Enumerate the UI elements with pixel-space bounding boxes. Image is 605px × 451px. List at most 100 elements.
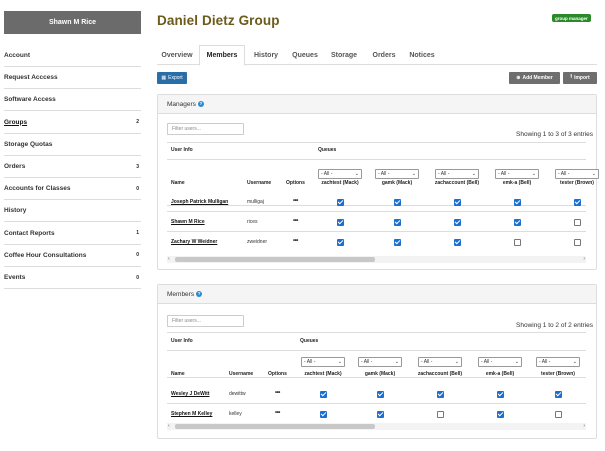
queue-checkbox[interactable] — [573, 198, 581, 206]
filter-users-input[interactable]: Filter users... — [167, 315, 244, 327]
queue-checkbox[interactable] — [393, 218, 401, 226]
panel-title: Members — [167, 290, 195, 298]
member-name-link[interactable]: Wesley J DeWitt — [171, 391, 210, 397]
queue-checkbox[interactable] — [554, 410, 562, 418]
table-rule — [167, 159, 586, 160]
help-icon[interactable]: ? — [196, 291, 203, 297]
queue-column-name: tester (Brown) — [541, 371, 575, 377]
sidebar-item-orders[interactable]: Orders 3 — [4, 156, 141, 178]
queue-checkbox[interactable] — [376, 410, 384, 418]
scrollbar-thumb[interactable] — [175, 257, 375, 262]
queue-checkbox[interactable] — [436, 390, 444, 398]
queue-filter-select[interactable]: - All - ⌄ — [318, 169, 362, 179]
queue-filter-select[interactable]: - All - ⌄ — [358, 357, 402, 367]
tab-history[interactable]: History — [246, 45, 286, 65]
export-button[interactable]: ▦ Export — [157, 72, 187, 84]
scroll-left-icon[interactable]: ‹ — [168, 423, 170, 430]
scrollbar-thumb[interactable] — [175, 424, 375, 429]
options-menu-button[interactable]: ••• — [293, 218, 298, 224]
chevron-down-icon: ⌄ — [337, 359, 342, 365]
queue-checkbox[interactable] — [496, 410, 504, 418]
tab-orders[interactable]: Orders — [366, 45, 402, 65]
scroll-right-icon[interactable]: › — [583, 256, 585, 263]
member-username: dewittw — [229, 391, 246, 397]
sidebar-item-history[interactable]: History — [4, 200, 141, 223]
column-username: Username — [247, 180, 272, 186]
queue-checkbox[interactable] — [453, 198, 461, 206]
queue-checkbox[interactable] — [436, 410, 444, 418]
queue-filter-value: - All - — [438, 171, 450, 177]
sidebar-item-software-access[interactable]: Software Access — [4, 89, 141, 112]
queue-checkbox[interactable] — [336, 218, 344, 226]
sidebar-item-accounts-for-classes[interactable]: Accounts for Classes 0 — [4, 178, 141, 201]
queue-checkbox[interactable] — [319, 410, 327, 418]
plus-circle-icon: ⊕ — [516, 75, 521, 81]
sidebar-item-label: Events — [4, 274, 26, 281]
sidebar-item-request-acccess[interactable]: Request Acccess — [4, 67, 141, 90]
tab-members[interactable]: Members — [199, 45, 245, 66]
sidebar-item-count: 0 — [136, 185, 139, 192]
queue-checkbox[interactable] — [393, 238, 401, 246]
queue-filter-select[interactable]: - All - ⌄ — [435, 169, 479, 179]
queue-filter-select[interactable]: - All - ⌄ — [375, 169, 419, 179]
sidebar: Shawn M Rice Account Request Acccess Softw… — [0, 0, 143, 451]
members-panel: Members? Filter users... Showing 1 to 2 of… — [157, 284, 597, 439]
queue-filter-select[interactable]: - All - ⌄ — [555, 169, 599, 179]
chevron-down-icon: ⌄ — [591, 171, 596, 177]
queue-filter-select[interactable]: - All - ⌄ — [301, 357, 345, 367]
queue-checkbox[interactable] — [513, 238, 521, 246]
queue-checkbox[interactable] — [513, 198, 521, 206]
queue-checkbox[interactable] — [513, 218, 521, 226]
member-name-link[interactable]: Zachary W Weidner — [171, 239, 217, 245]
queue-checkbox[interactable] — [453, 238, 461, 246]
queue-checkbox[interactable] — [496, 390, 504, 398]
role-badge: group manager — [552, 14, 591, 22]
queue-checkbox[interactable] — [554, 390, 562, 398]
queue-filter-select[interactable]: - All - ⌄ — [418, 357, 462, 367]
filter-users-input[interactable]: Filter users... — [167, 123, 244, 135]
tab-notices[interactable]: Notices — [403, 45, 441, 65]
sidebar-item-count: 1 — [136, 230, 139, 237]
chevron-down-icon: ⌄ — [354, 171, 359, 177]
member-name-link[interactable]: Joseph Patrick Mulligan — [171, 199, 228, 205]
tab-overview[interactable]: Overview — [157, 45, 197, 65]
add-member-button[interactable]: ⊕ Add Member — [509, 72, 560, 84]
scroll-right-icon[interactable]: › — [583, 423, 585, 430]
sidebar-item-coffee-hour-consultations[interactable]: Coffee Hour Consultations 0 — [4, 245, 141, 267]
horizontal-scrollbar[interactable]: ‹ › — [167, 423, 586, 430]
tab-queues[interactable]: Queues — [287, 45, 323, 65]
tab-storage[interactable]: Storage — [324, 45, 364, 65]
row-rule — [167, 403, 586, 404]
queue-checkbox[interactable] — [319, 390, 327, 398]
horizontal-scrollbar[interactable]: ‹ › — [167, 256, 586, 263]
queue-checkbox[interactable] — [376, 390, 384, 398]
queue-filter-select[interactable]: - All - ⌄ — [478, 357, 522, 367]
import-button[interactable]: ⭱ Import — [563, 72, 597, 84]
sidebar-item-contact-reports[interactable]: Contact Reports 1 — [4, 223, 141, 245]
sidebar-item-account[interactable]: Account — [4, 45, 141, 67]
queue-filter-value: - All - — [378, 171, 390, 177]
help-icon[interactable]: ? — [197, 101, 204, 107]
options-menu-button[interactable]: ••• — [275, 410, 280, 416]
table-rule — [167, 332, 586, 333]
sidebar-item-count: 0 — [136, 252, 139, 259]
queue-filter-select[interactable]: - All - ⌄ — [495, 169, 539, 179]
member-name-link[interactable]: Stephen M Kelley — [171, 411, 212, 417]
queue-filter-value: - All - — [481, 359, 493, 365]
sidebar-item-groups[interactable]: Groups 2 — [4, 112, 141, 134]
options-menu-button[interactable]: ••• — [275, 390, 280, 396]
queue-checkbox[interactable] — [573, 238, 581, 246]
sidebar-item-events[interactable]: Events 0 — [4, 267, 141, 289]
scroll-left-icon[interactable]: ‹ — [168, 256, 170, 263]
user-info-header: User Info — [171, 338, 193, 344]
queue-checkbox[interactable] — [453, 218, 461, 226]
options-menu-button[interactable]: ••• — [293, 238, 298, 244]
queue-checkbox[interactable] — [393, 198, 401, 206]
member-name-link[interactable]: Shawn M Rice — [171, 219, 205, 225]
queue-checkbox[interactable] — [336, 238, 344, 246]
queue-checkbox[interactable] — [573, 218, 581, 226]
queue-filter-select[interactable]: - All - ⌄ — [536, 357, 580, 367]
options-menu-button[interactable]: ••• — [293, 198, 298, 204]
queue-checkbox[interactable] — [336, 198, 344, 206]
sidebar-item-storage-quotas[interactable]: Storage Quotas — [4, 134, 141, 156]
